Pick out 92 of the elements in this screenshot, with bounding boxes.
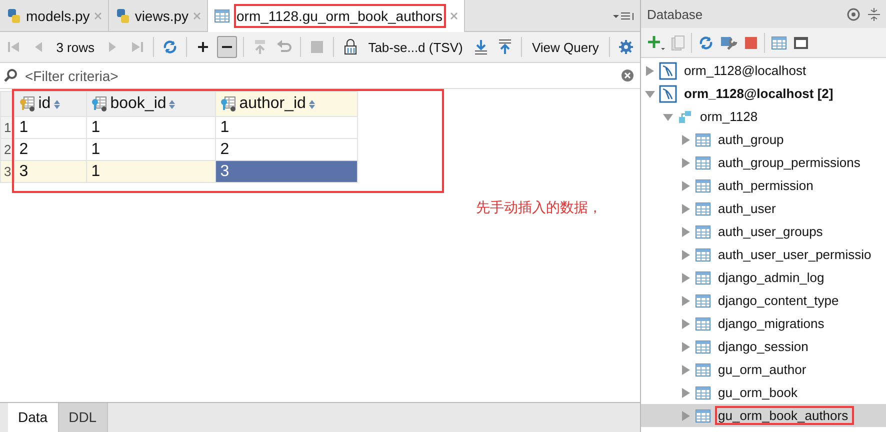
add-icon[interactable] <box>647 34 665 50</box>
tree-item[interactable]: django_session <box>641 335 886 358</box>
collapsed-icon[interactable] <box>681 388 691 398</box>
table-icon <box>695 156 711 170</box>
stop-icon[interactable] <box>744 36 758 50</box>
editor-tab[interactable]: views.py <box>108 0 208 31</box>
collapsed-icon[interactable] <box>681 204 691 214</box>
table-cell[interactable]: 1 <box>86 160 216 182</box>
tree-item[interactable]: django_migrations <box>641 312 886 335</box>
schema-icon <box>677 110 693 124</box>
annotation-note: 先手动插入的数据， <box>476 199 602 217</box>
format-selector[interactable]: Tab-se...d (TSV) <box>364 40 467 54</box>
close-icon[interactable] <box>192 12 200 20</box>
table-icon <box>695 362 711 376</box>
copy-icon[interactable] <box>671 34 685 50</box>
collapsed-icon[interactable] <box>681 226 691 236</box>
column-key-icon <box>91 96 108 112</box>
tree-item[interactable]: gu_orm_author <box>641 358 886 381</box>
close-icon[interactable] <box>450 12 458 20</box>
collapsed-icon[interactable] <box>681 180 691 190</box>
row-count[interactable]: 3 rows <box>52 40 99 54</box>
table-icon <box>695 224 711 238</box>
refresh-icon[interactable] <box>698 34 714 50</box>
collapsed-icon[interactable] <box>681 272 691 282</box>
table-cell[interactable]: 1 <box>86 116 216 138</box>
tree-item[interactable]: gu_orm_book <box>641 381 886 404</box>
python-file-icon <box>114 8 131 24</box>
sort-icon[interactable] <box>308 100 315 108</box>
sort-icon[interactable] <box>54 100 60 108</box>
panel-title: Database <box>647 6 704 22</box>
table-icon <box>695 408 711 422</box>
sort-icon[interactable] <box>169 100 176 108</box>
datasource-icon <box>659 62 677 80</box>
datasource-icon <box>659 84 677 102</box>
properties-icon[interactable] <box>720 34 738 50</box>
column-header[interactable]: book_id <box>86 92 216 116</box>
table-icon[interactable] <box>771 36 787 50</box>
table-icon <box>695 340 711 354</box>
collapsed-icon[interactable] <box>681 250 691 260</box>
editor-tab[interactable]: models.py <box>0 0 109 31</box>
table-icon <box>214 9 230 23</box>
table-icon <box>695 316 711 330</box>
table-icon <box>695 294 711 308</box>
collapsed-icon[interactable] <box>645 66 655 76</box>
editor-tab[interactable]: orm_1128.gu_orm_book_authors <box>208 0 464 32</box>
table-cell[interactable]: 1 <box>216 116 358 138</box>
tree-item[interactable]: orm_1128@localhost <box>641 59 886 82</box>
tree-item[interactable]: auth_group <box>641 128 886 151</box>
view-tab[interactable]: Data <box>8 403 59 432</box>
expanded-icon[interactable] <box>645 88 655 98</box>
collapse-icon[interactable] <box>868 8 880 20</box>
python-file-icon <box>6 8 22 24</box>
tree-item[interactable]: auth_user <box>641 197 886 220</box>
tree-item[interactable]: auth_user_user_permissio <box>641 243 886 266</box>
tree-item[interactable]: django_content_type <box>641 289 886 312</box>
collapsed-icon[interactable] <box>681 296 691 306</box>
tree-item[interactable]: orm_1128 <box>641 105 886 128</box>
table-icon <box>695 202 711 216</box>
table-icon <box>695 386 711 400</box>
view-query-button[interactable]: View Query <box>528 40 603 54</box>
table-cell[interactable]: 3 <box>14 160 87 182</box>
tree-item[interactable]: auth_user_groups <box>641 220 886 243</box>
expanded-icon[interactable] <box>663 112 673 122</box>
collapsed-icon[interactable] <box>681 342 691 352</box>
close-icon[interactable] <box>94 12 102 20</box>
table-icon <box>695 270 711 284</box>
tree-item[interactable]: auth_permission <box>641 174 886 197</box>
table-icon <box>695 178 711 192</box>
remove-row-icon[interactable] <box>216 36 238 58</box>
column-header[interactable]: id <box>14 92 87 116</box>
table-cell[interactable]: 3 <box>216 160 358 182</box>
table-icon <box>695 132 711 146</box>
clear-icon[interactable] <box>621 69 634 82</box>
column-header[interactable]: author_id <box>216 92 358 116</box>
tree-item[interactable]: auth_group_permissions <box>641 151 886 174</box>
target-icon[interactable] <box>847 8 860 20</box>
filter-field[interactable]: <Filter criteria> <box>23 66 617 84</box>
collapsed-icon[interactable] <box>681 364 691 374</box>
collapsed-icon[interactable] <box>681 134 691 144</box>
collapsed-icon[interactable] <box>681 410 691 420</box>
tree-item[interactable]: django_admin_log <box>641 266 886 289</box>
column-key-icon <box>220 96 236 112</box>
view-tab[interactable]: DDL <box>58 403 108 432</box>
column-key-icon <box>19 96 36 112</box>
collapsed-icon[interactable] <box>681 158 691 168</box>
search-icon <box>3 68 19 84</box>
console-icon[interactable] <box>793 36 809 50</box>
table-cell[interactable]: 1 <box>14 116 87 138</box>
tree-item[interactable]: orm_1128@localhost [2] <box>641 82 886 105</box>
tree-item[interactable]: gu_orm_book_authors <box>641 404 886 427</box>
collapsed-icon[interactable] <box>681 318 691 328</box>
table-icon <box>695 248 711 262</box>
